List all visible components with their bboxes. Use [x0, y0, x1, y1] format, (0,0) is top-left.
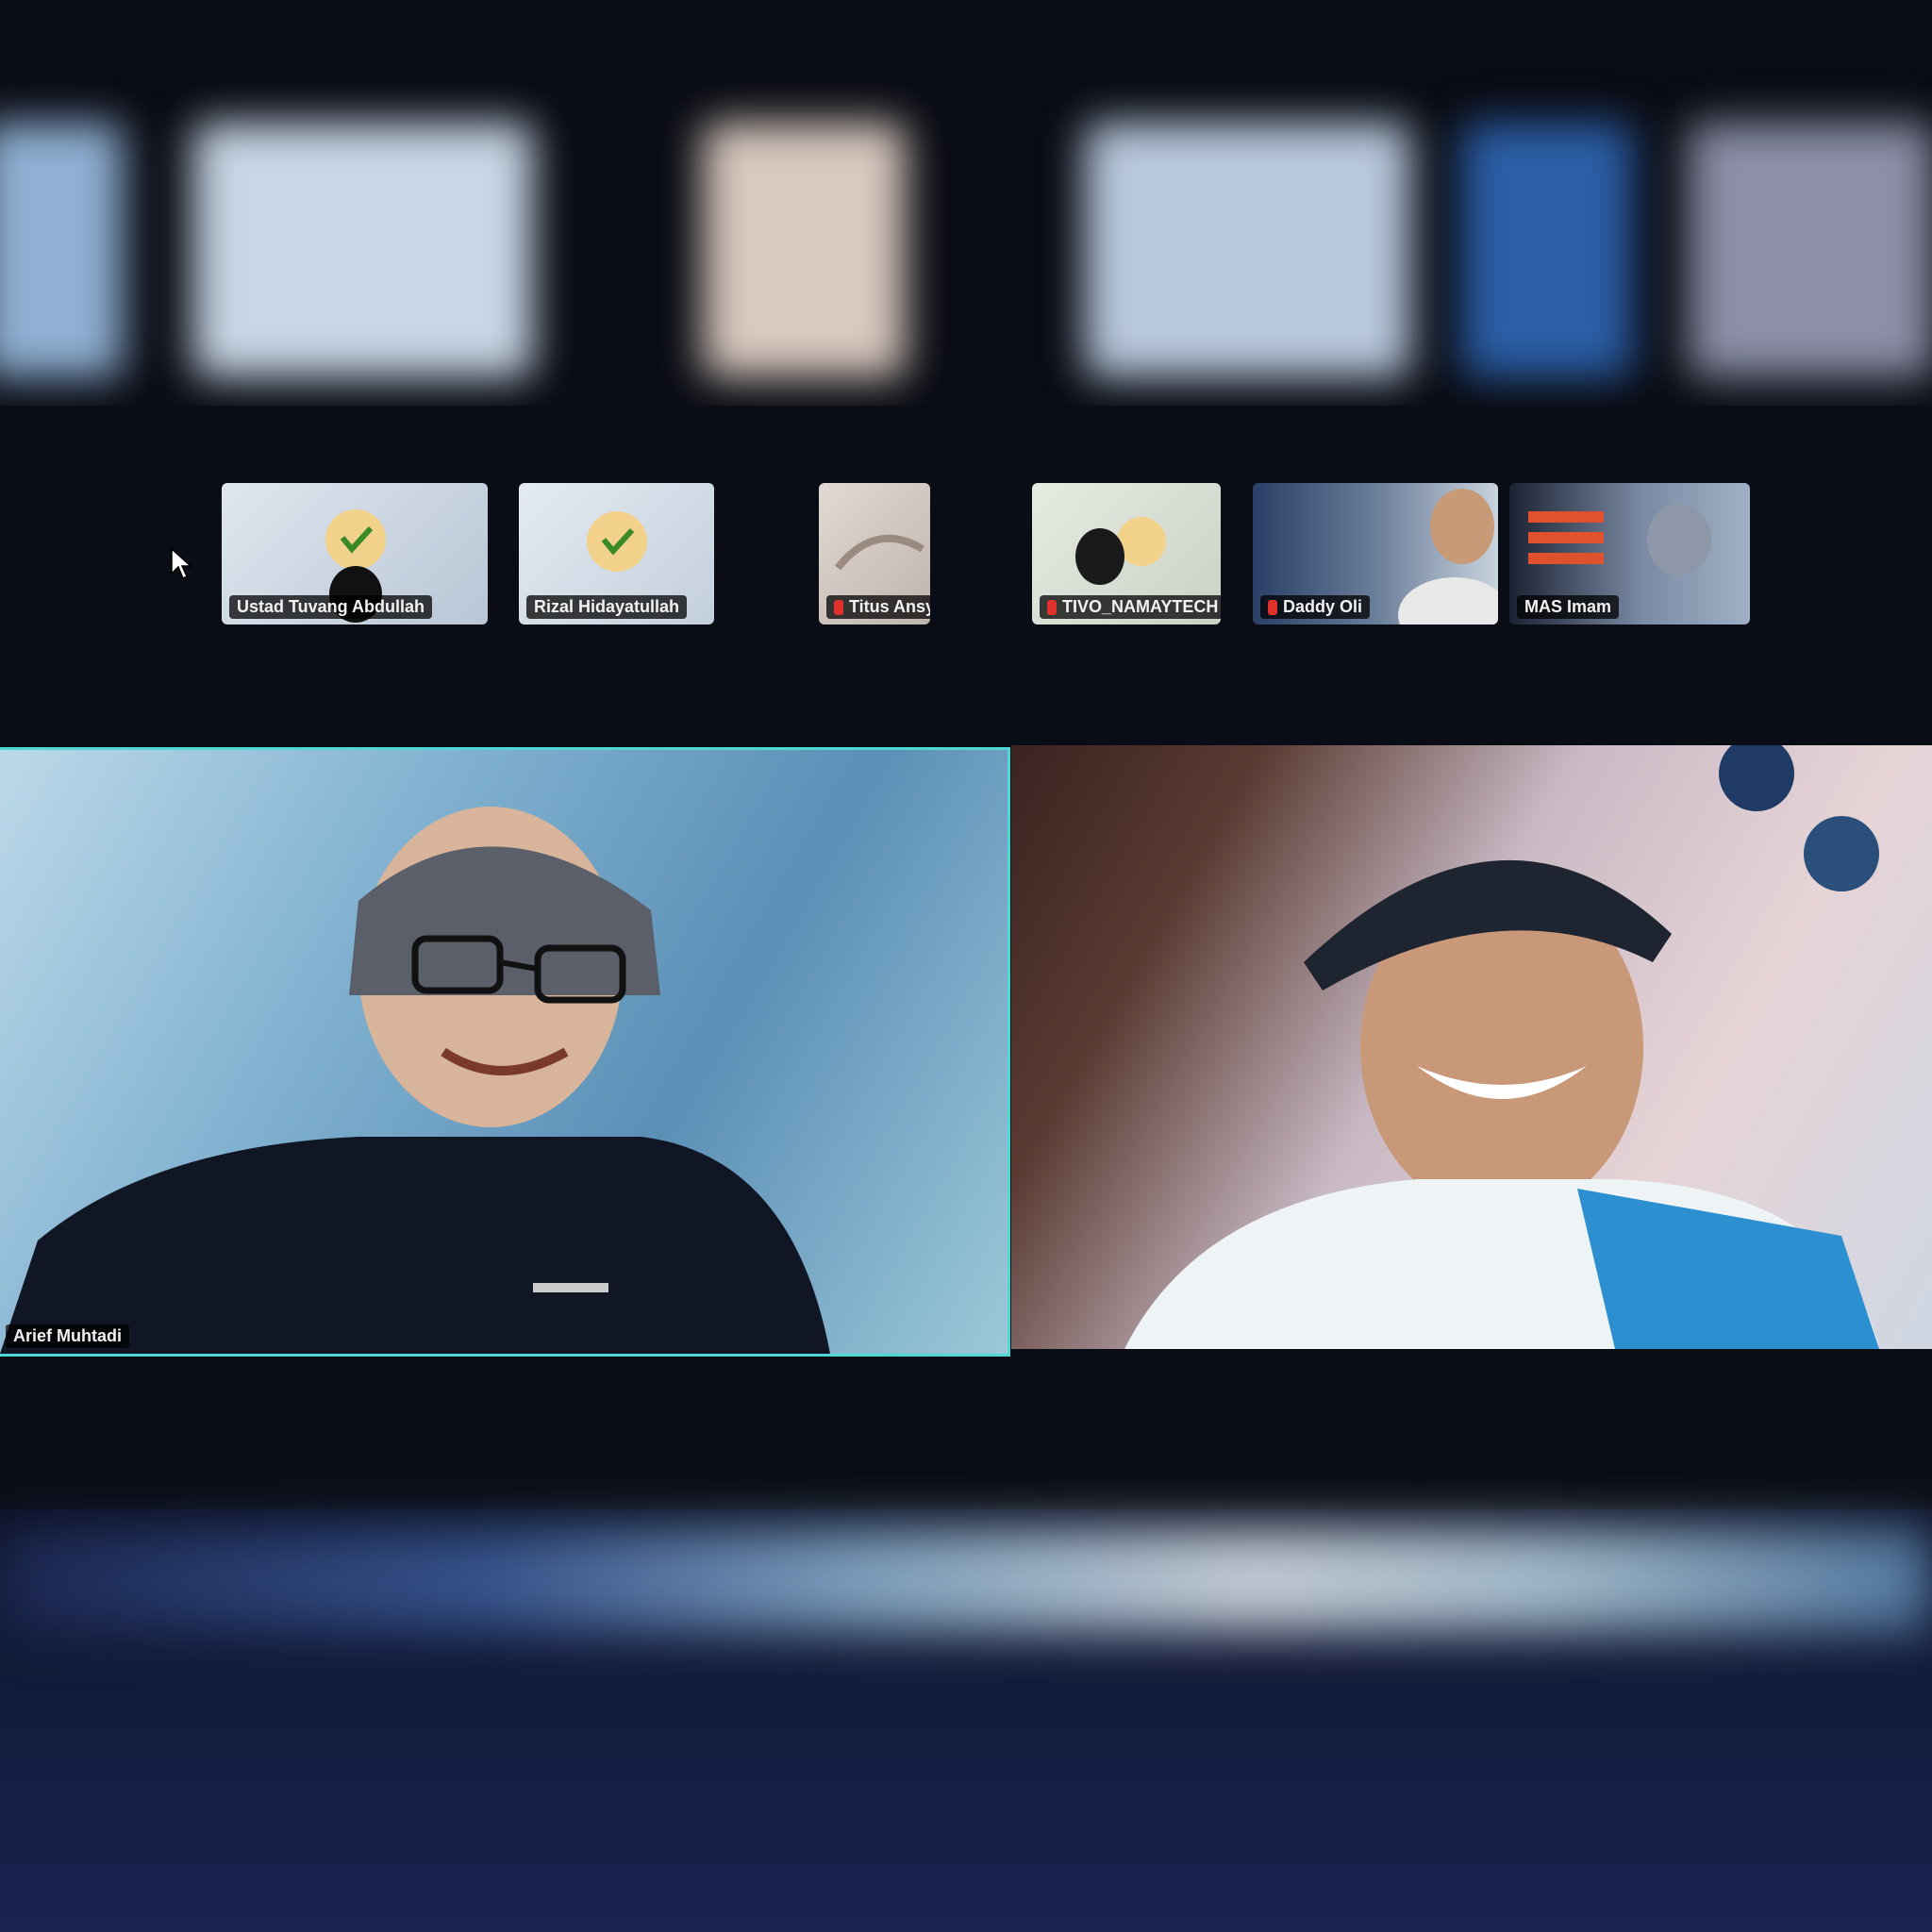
blurred-tile: [1689, 123, 1932, 377]
background-blurred-gallery: [0, 0, 1932, 406]
blurred-reflection: [0, 1528, 1932, 1632]
speaker-video: [0, 807, 830, 1354]
blurred-tile: [0, 123, 123, 377]
participant-thumb[interactable]: Titus Ansy: [819, 483, 930, 625]
participant-thumb[interactable]: Ustad Tuvang Abdullah: [222, 483, 488, 625]
speaker-video: [1124, 745, 1879, 1349]
blurred-tile: [703, 123, 906, 377]
meeting-window: Ustad Tuvang Abdullah Rizal Hidayatullah…: [0, 406, 1932, 1519]
blurred-tile: [1462, 123, 1632, 377]
mouse-cursor-icon: [171, 547, 192, 580]
blurred-tile: [1085, 123, 1410, 377]
participant-name: Daddy Oli: [1260, 595, 1371, 619]
participant-thumb[interactable]: TIVO_NAMAYTECH B...: [1032, 483, 1221, 625]
mic-muted-icon: [1047, 599, 1057, 615]
mic-muted-icon: [834, 599, 843, 615]
participant-name: Titus Ansy: [826, 595, 930, 619]
participant-name: Ustad Tuvang Abdullah: [229, 595, 433, 619]
participant-name: Rizal Hidayatullah: [526, 595, 688, 619]
blurred-tile: [193, 123, 533, 377]
mic-muted-icon: [1268, 599, 1277, 615]
participant-thumb[interactable]: Rizal Hidayatullah: [519, 483, 714, 625]
participant-thumb[interactable]: MAS Imam: [1509, 483, 1750, 625]
participant-name: MAS Imam: [1517, 595, 1620, 619]
participant-thumb[interactable]: Daddy Oli: [1253, 483, 1498, 625]
participant-name: TIVO_NAMAYTECH B...: [1040, 595, 1221, 619]
speaker-tile[interactable]: [1011, 745, 1932, 1349]
speaker-name: Arief Muhtadi: [6, 1324, 129, 1348]
speaker-tile-active[interactable]: Arief Muhtadi: [0, 750, 1008, 1354]
